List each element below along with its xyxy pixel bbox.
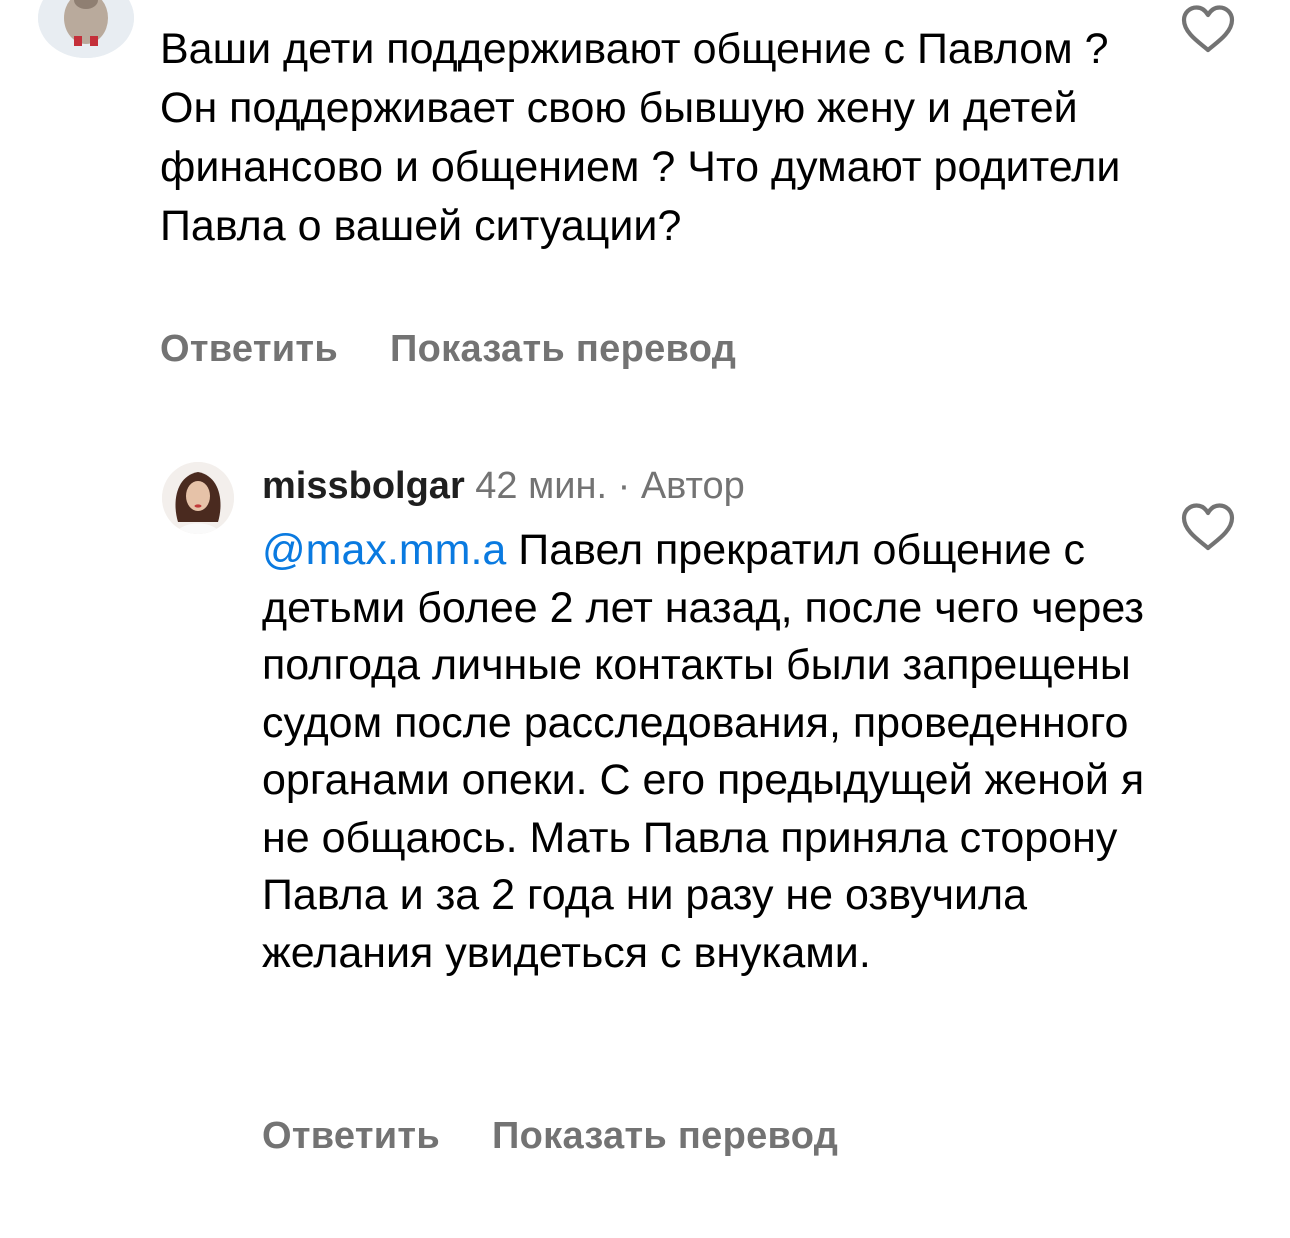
reply-button[interactable]: Ответить	[262, 1115, 440, 1158]
author-avatar[interactable]	[162, 462, 234, 534]
comment-actions: Ответить Показать перевод	[262, 1115, 838, 1158]
reply-button[interactable]: Ответить	[160, 328, 338, 371]
show-translation-button[interactable]: Показать перевод	[390, 328, 736, 371]
like-button[interactable]	[1180, 502, 1236, 552]
comment-text: @max.mm.a Павел прекратил общение с деть…	[262, 522, 1152, 982]
mention-link[interactable]: @max.mm.a	[262, 526, 506, 574]
username-link[interactable]: missbolgar	[262, 465, 465, 507]
show-translation-button[interactable]: Показать перевод	[492, 1115, 838, 1158]
avatar-photo	[162, 462, 234, 534]
meta-separator: ·	[617, 465, 631, 507]
commenter-avatar[interactable]	[38, 0, 134, 58]
avatar-photo	[38, 0, 134, 58]
author-badge: Автор	[640, 465, 745, 507]
like-button[interactable]	[1180, 4, 1236, 54]
heart-outline-icon[interactable]	[1180, 4, 1236, 54]
comment-actions: Ответить Показать перевод	[160, 328, 736, 371]
timestamp: 42 мин.	[475, 465, 608, 507]
comment-meta: missbolgar 42 мин. · Автор	[262, 462, 745, 510]
comment-text: Ваши дети поддерживают общение с Павлом …	[160, 25, 1121, 250]
heart-outline-icon[interactable]	[1180, 502, 1236, 552]
comment-body: Павел прекратил общение с детьми более 2…	[262, 526, 1145, 977]
